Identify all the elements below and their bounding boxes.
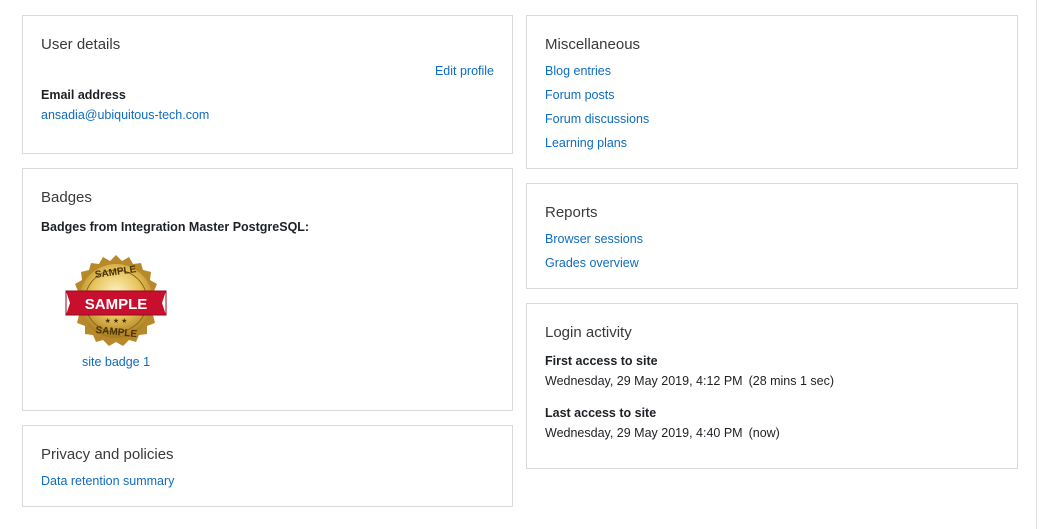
badge-image-text-banner: SAMPLE xyxy=(85,296,148,313)
first-access-value-row: Wednesday, 29 May 2019, 4:12 PM (28 mins … xyxy=(545,373,999,389)
reports-links: Browser sessions Grades overview xyxy=(545,231,999,271)
first-access-duration: (28 mins 1 sec) xyxy=(748,374,835,388)
badges-source-label: Badges from Integration Master PostgreSQ… xyxy=(41,220,310,234)
edit-profile-link[interactable]: Edit profile xyxy=(435,63,494,79)
last-access-duration: (now) xyxy=(748,426,780,440)
forum-discussions-link[interactable]: Forum discussions xyxy=(545,111,999,127)
last-access-value-row: Wednesday, 29 May 2019, 4:40 PM (now) xyxy=(545,425,999,441)
sample-badge-image[interactable]: SAMPLE SAMPLE ★ ★ ★ SAMPLE xyxy=(64,251,168,351)
miscellaneous-card: Miscellaneous Blog entries Forum posts F… xyxy=(526,15,1018,169)
privacy-title: Privacy and policies xyxy=(41,446,174,463)
email-link[interactable]: ansadia@ubiquitous-tech.com xyxy=(41,107,209,123)
user-details-title: User details xyxy=(41,36,121,53)
learning-plans-link[interactable]: Learning plans xyxy=(545,135,999,151)
badges-card: Badges Badges from Integration Master Po… xyxy=(22,168,513,411)
data-retention-summary-link[interactable]: Data retention summary xyxy=(41,473,494,489)
browser-sessions-link[interactable]: Browser sessions xyxy=(545,231,999,247)
first-access-section: First access to site Wednesday, 29 May 2… xyxy=(545,353,999,389)
reports-title: Reports xyxy=(545,204,598,221)
reports-card: Reports Browser sessions Grades overview xyxy=(526,183,1018,289)
miscellaneous-links: Blog entries Forum posts Forum discussio… xyxy=(545,63,999,151)
login-activity-card: Login activity First access to site Wedn… xyxy=(526,303,1018,469)
blog-entries-link[interactable]: Blog entries xyxy=(545,63,999,79)
first-access-value: Wednesday, 29 May 2019, 4:12 PM xyxy=(545,374,743,388)
grades-overview-link[interactable]: Grades overview xyxy=(545,255,999,271)
badge-name-link[interactable]: site badge 1 xyxy=(82,354,150,370)
forum-posts-link[interactable]: Forum posts xyxy=(545,87,999,103)
first-access-label: First access to site xyxy=(545,354,658,368)
svg-text:★ ★ ★: ★ ★ ★ xyxy=(105,317,128,325)
privacy-card: Privacy and policies Data retention summ… xyxy=(22,425,513,507)
miscellaneous-title: Miscellaneous xyxy=(545,36,641,53)
login-activity-title: Login activity xyxy=(545,324,632,341)
email-block: Email address ansadia@ubiquitous-tech.co… xyxy=(41,87,209,123)
last-access-section: Last access to site Wednesday, 29 May 20… xyxy=(545,405,999,441)
badges-title: Badges xyxy=(41,189,92,206)
email-label: Email address xyxy=(41,88,126,102)
badge-item[interactable]: SAMPLE SAMPLE ★ ★ ★ SAMPLE site badge 1 xyxy=(61,251,171,371)
profile-page: User details Edit profile Email address … xyxy=(0,0,1041,529)
last-access-value: Wednesday, 29 May 2019, 4:40 PM xyxy=(545,426,743,440)
user-details-card: User details Edit profile Email address … xyxy=(22,15,513,154)
last-access-label: Last access to site xyxy=(545,406,657,420)
page-right-divider xyxy=(1036,0,1037,529)
